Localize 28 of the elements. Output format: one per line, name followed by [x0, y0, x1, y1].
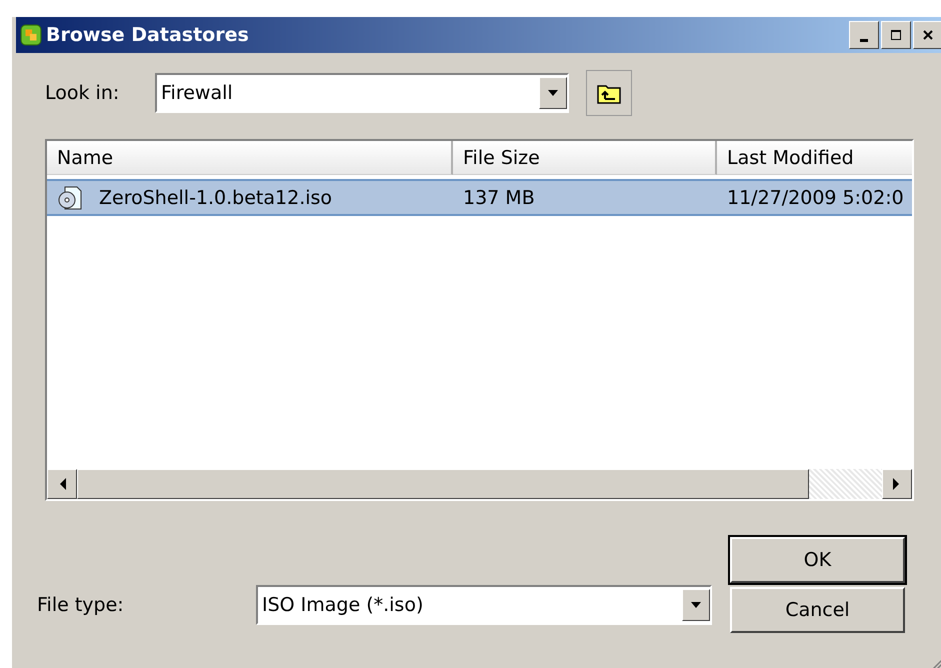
window-title: Browse Datastores — [46, 24, 249, 46]
close-icon — [921, 28, 935, 42]
app-logo-icon — [20, 24, 42, 46]
up-folder-button[interactable] — [586, 70, 632, 116]
column-header[interactable]: Name — [47, 141, 453, 175]
disc-file-icon — [57, 184, 83, 210]
column-header[interactable]: File Size — [453, 141, 717, 175]
dropdown-arrow-icon — [548, 90, 558, 96]
maximize-icon — [889, 28, 903, 42]
file-row[interactable]: ZeroShell-1.0.beta12.iso 137 MB 11/27/2009 5:02:0 — [47, 179, 912, 216]
minimize-button[interactable] — [849, 21, 879, 49]
cancel-button[interactable]: Cancel — [730, 587, 905, 633]
close-button[interactable] — [913, 21, 941, 49]
minimize-icon — [860, 38, 868, 42]
ok-button[interactable]: OK — [730, 537, 905, 583]
horizontal-scrollbar[interactable] — [47, 469, 912, 499]
dropdown-arrow-icon — [691, 602, 701, 608]
maximize-button[interactable] — [881, 21, 911, 49]
file-type-label: File type: — [37, 594, 125, 616]
look-in-dropdown[interactable]: Firewall — [155, 73, 569, 113]
file-size: 137 MB — [462, 186, 536, 208]
scroll-thumb[interactable] — [77, 469, 809, 499]
scroll-right-icon — [893, 478, 901, 490]
last-modified: 11/27/2009 5:02:0 — [726, 186, 905, 208]
look-in-label: Look in: — [45, 82, 120, 104]
scroll-left-icon — [58, 478, 66, 490]
file-type-dropdown[interactable]: ISO Image (*.iso) — [256, 585, 712, 625]
file-name: ZeroShell-1.0.beta12.iso — [99, 186, 332, 208]
